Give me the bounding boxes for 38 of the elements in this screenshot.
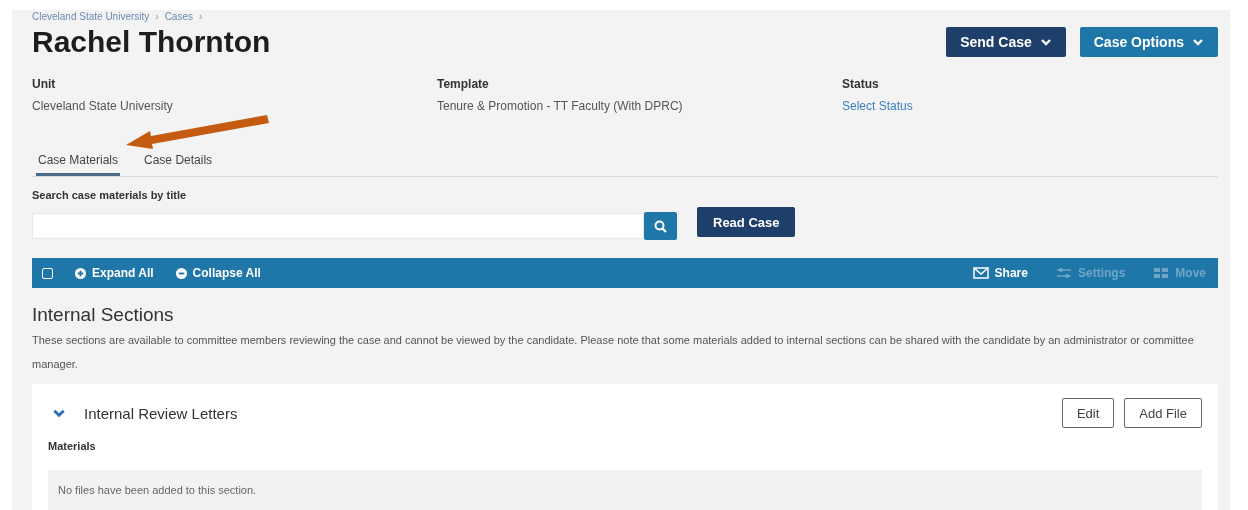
field-value: Cleveland State University <box>32 99 174 113</box>
tab[interactable]: Case Materials <box>36 149 121 176</box>
search-icon <box>654 219 667 233</box>
search-button[interactable] <box>644 212 677 240</box>
dropdown-button[interactable]: Send Case <box>946 27 1066 57</box>
caret-icon <box>1039 36 1052 48</box>
page-title: Rachel Thornton <box>32 25 271 59</box>
breadcrumb-link[interactable]: Cleveland State University <box>32 11 150 23</box>
breadcrumb-separator: › <box>155 11 159 23</box>
grid-icon <box>1153 267 1170 279</box>
breadcrumb-separator: › <box>199 11 203 23</box>
expand-icon <box>75 267 86 279</box>
sliders-icon <box>1055 267 1072 279</box>
field-label: Unit <box>32 77 57 91</box>
toolbar-button[interactable]: Share <box>972 266 1028 280</box>
field-label: Status <box>842 77 880 91</box>
search-field[interactable] <box>32 213 644 239</box>
materials-label: Materials <box>48 440 97 452</box>
read-case-button[interactable]: Read Case <box>697 207 796 237</box>
breadcrumb-link[interactable]: Cases <box>164 11 193 23</box>
envelope-icon <box>972 267 989 279</box>
search-label: Search case materials by title <box>32 189 188 201</box>
field-label: Template <box>437 77 490 91</box>
collapse-icon <box>175 267 187 279</box>
status-link[interactable]: Select Status <box>842 99 1218 113</box>
caret-icon <box>1192 36 1204 48</box>
section-heading: Internal Sections <box>32 304 175 326</box>
field-value: Tenure & Promotion - TT Faculty (With DPRC) <box>437 99 684 113</box>
toolbar-button[interactable]: Expand All <box>75 266 154 280</box>
empty-message: No files have been added to this section. <box>48 470 1202 510</box>
section-description: These sections are available to committee members reviewing the case and cannot be viewed by the candidate. Please note that some materials added to internal sections can be shared with the candidate by an administrator or committee manager. <box>32 333 1195 372</box>
tab[interactable]: Case Details <box>142 149 215 176</box>
dropdown-button[interactable]: Case Options <box>1079 27 1218 57</box>
card-title: Internal Review Letters <box>84 404 239 422</box>
card-button[interactable]: Edit <box>1061 398 1115 428</box>
toolbar-button[interactable]: Collapse All <box>175 266 261 280</box>
card-button[interactable]: Add File <box>1124 398 1202 428</box>
select-all-checkbox[interactable] <box>42 267 53 279</box>
